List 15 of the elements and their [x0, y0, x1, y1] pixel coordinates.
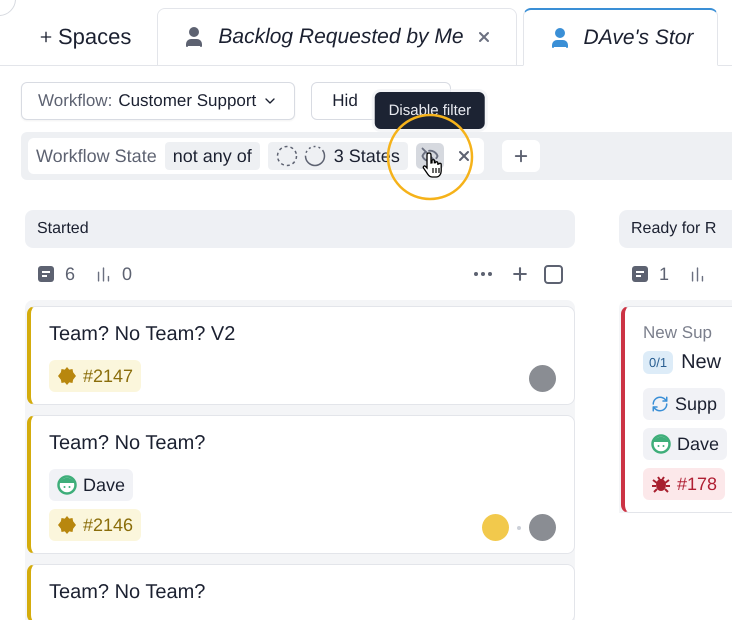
- epic-name: New Sup: [643, 323, 713, 343]
- points-count: 0: [122, 264, 132, 284]
- story-title: Team? No Team?: [49, 581, 206, 604]
- story-count: 6: [65, 264, 76, 284]
- story-title: Team? No Team?: [49, 432, 206, 455]
- progress-badge: 0/1: [643, 351, 674, 374]
- story-count: 1: [659, 264, 670, 284]
- tab-title: DAve's Stor: [584, 26, 694, 50]
- story-title: Team? No Team? V2: [49, 323, 236, 346]
- filter-field: Workflow State: [36, 146, 157, 166]
- column-header: Ready for R: [619, 210, 732, 248]
- story-title: New: [681, 351, 722, 374]
- column-header: Started: [25, 210, 575, 248]
- tooltip: Disable filter: [374, 92, 486, 129]
- tab-title: Backlog Requested by Me: [218, 25, 464, 49]
